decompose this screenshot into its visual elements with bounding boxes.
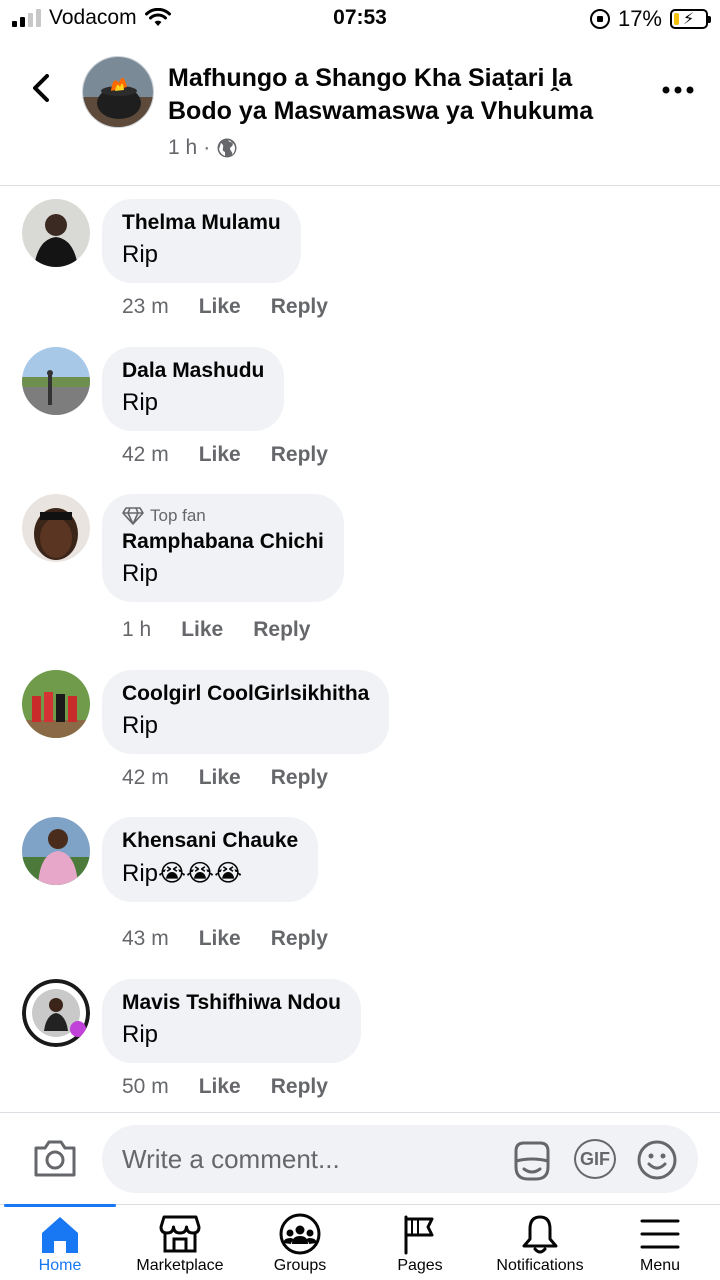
tab-home[interactable]: Home xyxy=(0,1204,120,1280)
avatar[interactable] xyxy=(22,347,90,415)
comment-actions: 1 h Like Reply xyxy=(122,618,340,642)
commenter-name[interactable]: Thelma Mulamu xyxy=(122,211,281,235)
post-time: 1 h xyxy=(168,136,198,159)
chevron-left-icon[interactable] xyxy=(22,68,62,108)
commenter-name[interactable]: Coolgirl CoolGirlsikhitha xyxy=(122,682,369,706)
comment-actions: 50 m Like Reply xyxy=(122,1075,358,1099)
tab-notifications[interactable]: Notifications xyxy=(480,1205,600,1280)
bottom-tab-bar: Home Marketplace Groups Pages Notificati… xyxy=(0,1204,720,1280)
home-icon xyxy=(42,1217,78,1253)
comment-time: 50 m xyxy=(122,1075,169,1098)
bell-icon xyxy=(522,1215,558,1254)
reply-button[interactable]: Reply xyxy=(271,1075,328,1099)
comment-text: Rip xyxy=(122,560,159,587)
tab-menu[interactable]: Menu xyxy=(600,1205,720,1280)
reply-button[interactable]: Reply xyxy=(253,618,310,642)
emoji-icon[interactable] xyxy=(636,1139,678,1181)
comment-composer: GIF xyxy=(0,1112,720,1204)
tab-label: Pages xyxy=(397,1257,443,1274)
meta-separator: · xyxy=(203,136,211,159)
gif-button[interactable]: GIF xyxy=(574,1139,616,1179)
comment-text: Rip xyxy=(122,241,159,268)
avatar[interactable] xyxy=(22,494,90,562)
tab-label: Groups xyxy=(273,1257,327,1274)
avatar[interactable] xyxy=(22,670,90,738)
comment-bubble: Khensani Chauke Rip😭😭😭 xyxy=(102,817,319,902)
commenter-name[interactable]: Mavis Tshifhiwa Ndou xyxy=(122,991,341,1015)
diamond-icon xyxy=(122,507,144,525)
status-bar: Vodacom 07:53 17% ⚡ xyxy=(0,0,720,40)
reply-button[interactable]: Reply xyxy=(271,295,328,319)
marketplace-icon xyxy=(159,1215,201,1253)
comment-actions: 42 m Like Reply xyxy=(122,443,358,467)
badge-label: Top fan xyxy=(150,506,206,525)
post-header: Mafhungo a Shango Kha Siaṭari ḽa Bodo ya… xyxy=(0,40,720,186)
groups-icon xyxy=(279,1213,321,1255)
rotation-lock-icon xyxy=(589,9,610,29)
comment-time: 42 m xyxy=(122,443,169,466)
battery-icon: ⚡ xyxy=(670,9,711,29)
reply-button[interactable]: Reply xyxy=(271,766,328,790)
comment-text: Rip xyxy=(122,1021,159,1048)
top-fan-badge: Top fan xyxy=(122,506,324,526)
comment-text: Rip xyxy=(122,712,159,739)
more-horizontal-icon[interactable] xyxy=(658,80,698,100)
commenter-name[interactable]: Khensani Chauke xyxy=(122,829,298,853)
comment-actions: 42 m Like Reply xyxy=(122,766,358,790)
tab-label: Home xyxy=(38,1257,82,1274)
comment-time: 1 h xyxy=(122,618,152,641)
page-avatar[interactable] xyxy=(82,56,154,128)
globe-icon xyxy=(217,138,237,158)
tab-label: Marketplace xyxy=(136,1257,224,1274)
comment-bubble: Thelma Mulamu Rip xyxy=(102,199,301,283)
sticker-icon[interactable] xyxy=(510,1139,554,1183)
like-button[interactable]: Like xyxy=(199,766,241,790)
reply-button[interactable]: Reply xyxy=(271,443,328,467)
comment-bubble: Top fan Ramphabana Chichi Rip xyxy=(102,494,344,602)
tab-groups[interactable]: Groups xyxy=(240,1205,360,1280)
tab-label: Menu xyxy=(639,1257,681,1274)
like-button[interactable]: Like xyxy=(199,1075,241,1099)
menu-icon xyxy=(640,1219,680,1249)
post-meta: 1 h · xyxy=(168,136,238,160)
commenter-name[interactable]: Ramphabana Chichi xyxy=(122,530,324,554)
comment-actions: 43 m Like Reply xyxy=(122,927,358,951)
like-button[interactable]: Like xyxy=(199,295,241,319)
avatar[interactable] xyxy=(22,199,90,267)
avatar[interactable] xyxy=(22,817,90,885)
tab-label: Notifications xyxy=(496,1257,584,1274)
comment-text: Rip xyxy=(122,389,159,416)
comment-time: 43 m xyxy=(122,927,169,950)
comment-bubble: Mavis Tshifhiwa Ndou Rip xyxy=(102,979,361,1063)
like-button[interactable]: Like xyxy=(199,443,241,467)
avatar[interactable] xyxy=(22,979,90,1047)
tab-pages[interactable]: Pages xyxy=(360,1205,480,1280)
pages-flag-icon xyxy=(404,1215,434,1255)
comment-time: 42 m xyxy=(122,766,169,789)
battery-percent: 17% xyxy=(617,6,662,31)
comment-time: 23 m xyxy=(122,295,169,318)
like-button[interactable]: Like xyxy=(199,927,241,951)
camera-icon[interactable] xyxy=(32,1137,78,1179)
comment-bubble: Coolgirl CoolGirlsikhitha Rip xyxy=(102,670,390,754)
tab-marketplace[interactable]: Marketplace xyxy=(120,1205,240,1280)
comment-text: Rip😭😭😭 xyxy=(122,860,243,887)
commenter-name[interactable]: Dala Mashudu xyxy=(122,359,264,383)
reply-button[interactable]: Reply xyxy=(271,927,328,951)
comment-bubble: Dala Mashudu Rip xyxy=(102,347,285,431)
page-title[interactable]: Mafhungo a Shango Kha Siaṭari ḽa Bodo ya… xyxy=(168,62,628,128)
like-button[interactable]: Like xyxy=(181,618,223,642)
comment-actions: 23 m Like Reply xyxy=(122,295,358,319)
